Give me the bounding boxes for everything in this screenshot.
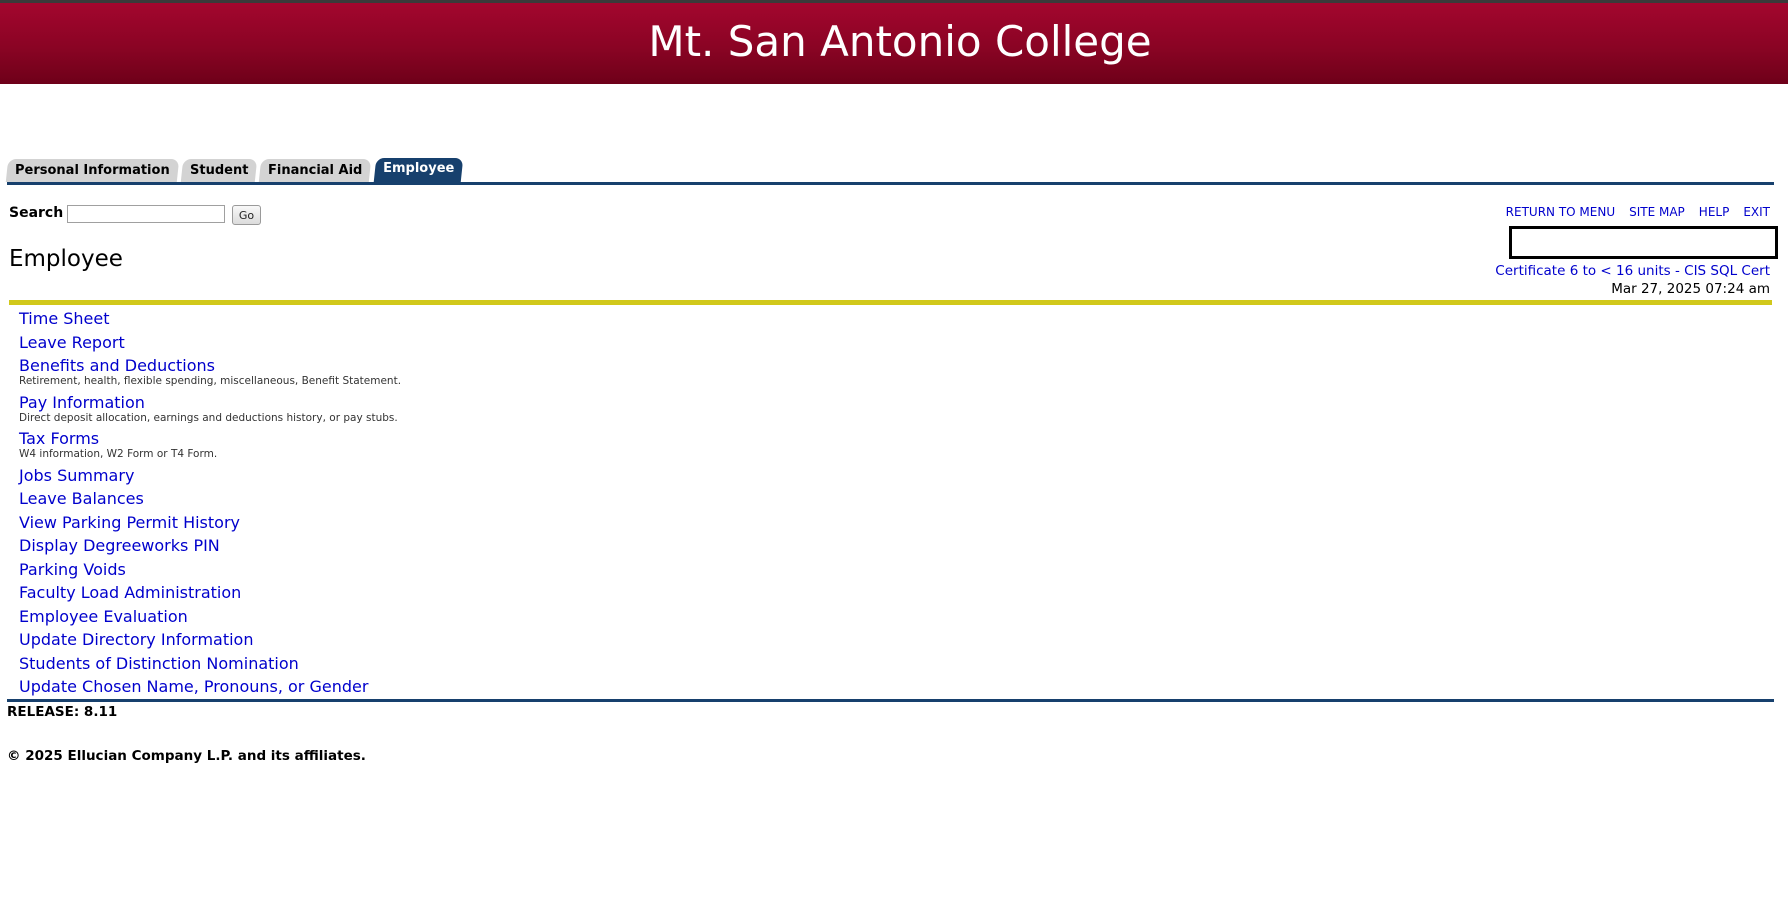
copyright-notice: © 2025 Ellucian Company L.P. and its aff… — [7, 748, 366, 764]
menu-link-leave-balances[interactable]: Leave Balances — [19, 489, 144, 509]
menu-link-update-directory-information[interactable]: Update Directory Information — [19, 630, 253, 650]
menu-link-tax-forms[interactable]: Tax Forms — [19, 429, 99, 449]
search-label: Search — [9, 205, 64, 221]
menu-link-view-parking-permit-history[interactable]: View Parking Permit History — [19, 513, 240, 533]
list-item: Update Directory Information — [19, 630, 401, 654]
menu-link-students-of-distinction-nomination[interactable]: Students of Distinction Nomination — [19, 654, 299, 674]
tab-divider — [7, 182, 1774, 185]
current-datetime: Mar 27, 2025 07:24 am — [1611, 281, 1770, 297]
footer-divider — [7, 699, 1774, 702]
menu-link-parking-voids[interactable]: Parking Voids — [19, 560, 126, 580]
top-links: RETURN TO MENU SITE MAP HELP EXIT — [1506, 205, 1770, 219]
release-info: RELEASE: 8.11 — [7, 704, 118, 720]
return-to-menu-link[interactable]: RETURN TO MENU — [1506, 205, 1615, 219]
tab-financial-aid[interactable]: Financial Aid — [258, 159, 372, 182]
menu-link-display-degreeworks-pin[interactable]: Display Degreeworks PIN — [19, 536, 220, 556]
menu-description: Retirement, health, flexible spending, m… — [19, 375, 402, 387]
list-item: Students of Distinction Nomination — [19, 654, 401, 678]
search-input[interactable] — [67, 205, 225, 223]
help-link[interactable]: HELP — [1699, 205, 1730, 219]
menu-link-leave-report[interactable]: Leave Report — [19, 333, 125, 353]
employee-menu: Time Sheet Leave Report Benefits and Ded… — [19, 309, 401, 701]
page-title: Employee — [9, 246, 123, 272]
list-item: Benefits and Deductions Retirement, healt… — [19, 356, 401, 393]
tab-personal-information[interactable]: Personal Information — [5, 159, 179, 182]
exit-link[interactable]: EXIT — [1743, 205, 1770, 219]
list-item: Time Sheet — [19, 309, 401, 333]
list-item: Leave Balances — [19, 489, 401, 513]
info-box — [1509, 226, 1778, 259]
list-item: Tax Forms W4 information, W2 Form or T4 F… — [19, 429, 401, 466]
tab-employee[interactable]: Employee — [373, 158, 463, 182]
title-divider — [9, 300, 1772, 305]
menu-link-jobs-summary[interactable]: Jobs Summary — [19, 466, 134, 486]
menu-link-time-sheet[interactable]: Time Sheet — [19, 309, 110, 329]
list-item: Display Degreeworks PIN — [19, 536, 401, 560]
site-map-link[interactable]: SITE MAP — [1629, 205, 1685, 219]
menu-link-faculty-load-administration[interactable]: Faculty Load Administration — [19, 583, 241, 603]
list-item: Update Chosen Name, Pronouns, or Gender — [19, 677, 401, 701]
list-item: Leave Report — [19, 333, 401, 357]
menu-link-update-chosen-name[interactable]: Update Chosen Name, Pronouns, or Gender — [19, 677, 368, 697]
list-item: Faculty Load Administration — [19, 583, 401, 607]
list-item: View Parking Permit History — [19, 513, 401, 537]
menu-link-pay-information[interactable]: Pay Information — [19, 393, 145, 413]
main-tabs: Personal Information Student Financial A… — [5, 158, 463, 182]
list-item: Jobs Summary — [19, 466, 401, 490]
go-button[interactable]: Go — [232, 205, 261, 225]
college-name: Mt. San Antonio College — [648, 17, 1152, 66]
certificate-link[interactable]: Certificate 6 to < 16 units - CIS SQL Ce… — [1495, 263, 1770, 279]
menu-description: Direct deposit allocation, earnings and … — [19, 411, 398, 424]
tab-student[interactable]: Student — [180, 159, 258, 182]
menu-link-benefits-and-deductions[interactable]: Benefits and Deductions — [19, 356, 215, 376]
list-item: Parking Voids — [19, 560, 401, 584]
list-item: Employee Evaluation — [19, 607, 401, 631]
menu-link-employee-evaluation[interactable]: Employee Evaluation — [19, 607, 188, 627]
college-banner: Mt. San Antonio College — [0, 0, 1788, 84]
list-item: Pay Information Direct deposit allocation… — [19, 393, 401, 430]
menu-description: W4 information, W2 Form or T4 Form. — [19, 448, 218, 460]
